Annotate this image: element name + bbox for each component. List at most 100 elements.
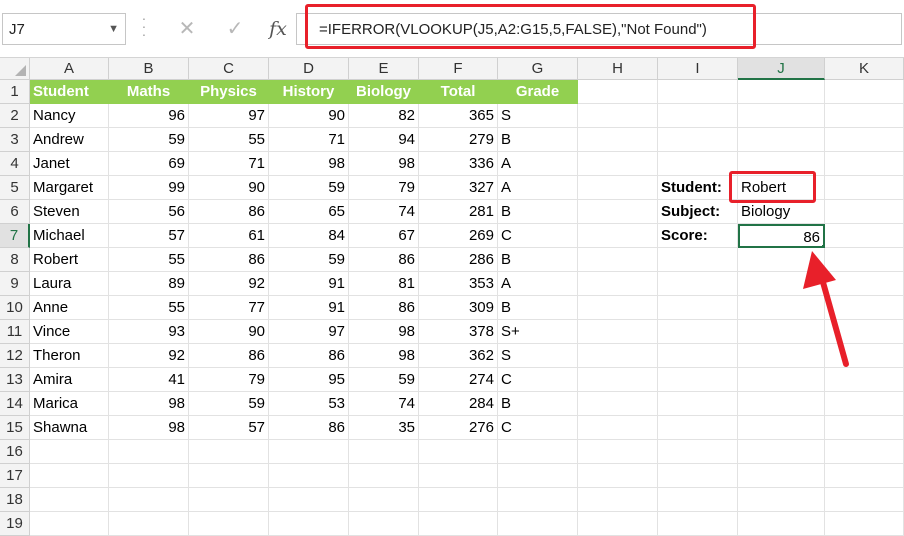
table-cell[interactable]: C	[498, 416, 578, 440]
table-cell[interactable]: 86	[189, 344, 269, 368]
table-cell[interactable]: 279	[419, 128, 498, 152]
cell[interactable]	[189, 440, 269, 464]
score-value[interactable]: 86	[738, 224, 825, 248]
cell[interactable]	[825, 80, 904, 104]
fill-handle[interactable]	[821, 244, 823, 246]
table-cell[interactable]: A	[498, 272, 578, 296]
table-cell[interactable]: 69	[109, 152, 189, 176]
table-header-cell[interactable]: Maths	[109, 80, 189, 104]
table-cell[interactable]: 97	[269, 320, 349, 344]
cell[interactable]	[578, 248, 658, 272]
cell[interactable]	[658, 248, 738, 272]
table-cell[interactable]: 71	[269, 128, 349, 152]
cell[interactable]	[658, 104, 738, 128]
cell[interactable]	[578, 368, 658, 392]
table-cell[interactable]: 93	[109, 320, 189, 344]
table-cell[interactable]: 67	[349, 224, 419, 248]
row-header-14[interactable]: 14	[0, 392, 30, 416]
column-header-b[interactable]: B	[109, 58, 189, 80]
table-cell[interactable]: 86	[269, 416, 349, 440]
table-cell[interactable]: Vince	[30, 320, 109, 344]
table-cell[interactable]: 35	[349, 416, 419, 440]
table-cell[interactable]: 269	[419, 224, 498, 248]
cell[interactable]	[109, 440, 189, 464]
table-cell[interactable]: 81	[349, 272, 419, 296]
column-header-j[interactable]: J	[738, 58, 825, 80]
cell[interactable]	[738, 464, 825, 488]
table-cell[interactable]: 327	[419, 176, 498, 200]
cell[interactable]	[738, 488, 825, 512]
table-cell[interactable]: Margaret	[30, 176, 109, 200]
cell[interactable]	[738, 80, 825, 104]
score-label[interactable]: Score:	[658, 224, 738, 248]
cell[interactable]	[738, 128, 825, 152]
cell[interactable]	[30, 440, 109, 464]
table-cell[interactable]: Amira	[30, 368, 109, 392]
row-header-19[interactable]: 19	[0, 512, 30, 536]
table-cell[interactable]: 79	[189, 368, 269, 392]
cell[interactable]	[825, 392, 904, 416]
table-cell[interactable]: C	[498, 368, 578, 392]
table-cell[interactable]: B	[498, 296, 578, 320]
table-cell[interactable]: 284	[419, 392, 498, 416]
column-header-c[interactable]: C	[189, 58, 269, 80]
row-header-1[interactable]: 1	[0, 80, 30, 104]
table-cell[interactable]: 84	[269, 224, 349, 248]
table-cell[interactable]: C	[498, 224, 578, 248]
table-cell[interactable]: 77	[189, 296, 269, 320]
table-cell[interactable]: 59	[269, 176, 349, 200]
table-header-cell[interactable]: Grade	[498, 80, 578, 104]
cell[interactable]	[658, 488, 738, 512]
table-cell[interactable]: S+	[498, 320, 578, 344]
subject-value[interactable]: Biology	[738, 200, 825, 224]
table-cell[interactable]: Michael	[30, 224, 109, 248]
cell[interactable]	[658, 80, 738, 104]
table-cell[interactable]: 95	[269, 368, 349, 392]
cell[interactable]	[738, 440, 825, 464]
cell[interactable]	[825, 488, 904, 512]
row-header-12[interactable]: 12	[0, 344, 30, 368]
table-cell[interactable]: 91	[269, 272, 349, 296]
cell[interactable]	[738, 416, 825, 440]
row-header-13[interactable]: 13	[0, 368, 30, 392]
table-cell[interactable]: 61	[189, 224, 269, 248]
table-cell[interactable]: S	[498, 104, 578, 128]
table-cell[interactable]: 74	[349, 200, 419, 224]
cell[interactable]	[498, 488, 578, 512]
cell[interactable]	[349, 464, 419, 488]
table-cell[interactable]: 96	[109, 104, 189, 128]
table-cell[interactable]: 362	[419, 344, 498, 368]
table-cell[interactable]: 92	[109, 344, 189, 368]
cell[interactable]	[349, 512, 419, 536]
table-cell[interactable]: 74	[349, 392, 419, 416]
row-header-4[interactable]: 4	[0, 152, 30, 176]
table-cell[interactable]: 98	[349, 344, 419, 368]
cell[interactable]	[658, 392, 738, 416]
cell[interactable]	[269, 440, 349, 464]
table-cell[interactable]: Steven	[30, 200, 109, 224]
cell[interactable]	[658, 296, 738, 320]
table-cell[interactable]: 91	[269, 296, 349, 320]
row-header-10[interactable]: 10	[0, 296, 30, 320]
student-label[interactable]: Student:	[658, 176, 738, 200]
cell[interactable]	[578, 128, 658, 152]
cell[interactable]	[825, 368, 904, 392]
select-all-button[interactable]	[0, 58, 30, 80]
table-cell[interactable]: 86	[189, 200, 269, 224]
cell[interactable]	[30, 512, 109, 536]
cell[interactable]	[189, 512, 269, 536]
cell[interactable]	[578, 344, 658, 368]
cell[interactable]	[825, 416, 904, 440]
cell[interactable]	[578, 152, 658, 176]
table-cell[interactable]: 99	[109, 176, 189, 200]
column-header-a[interactable]: A	[30, 58, 109, 80]
table-header-cell[interactable]: History	[269, 80, 349, 104]
table-cell[interactable]: 336	[419, 152, 498, 176]
column-header-g[interactable]: G	[498, 58, 578, 80]
cell[interactable]	[578, 416, 658, 440]
cell[interactable]	[349, 440, 419, 464]
table-header-cell[interactable]: Total	[419, 80, 498, 104]
table-cell[interactable]: S	[498, 344, 578, 368]
cell[interactable]	[658, 344, 738, 368]
cell[interactable]	[738, 368, 825, 392]
